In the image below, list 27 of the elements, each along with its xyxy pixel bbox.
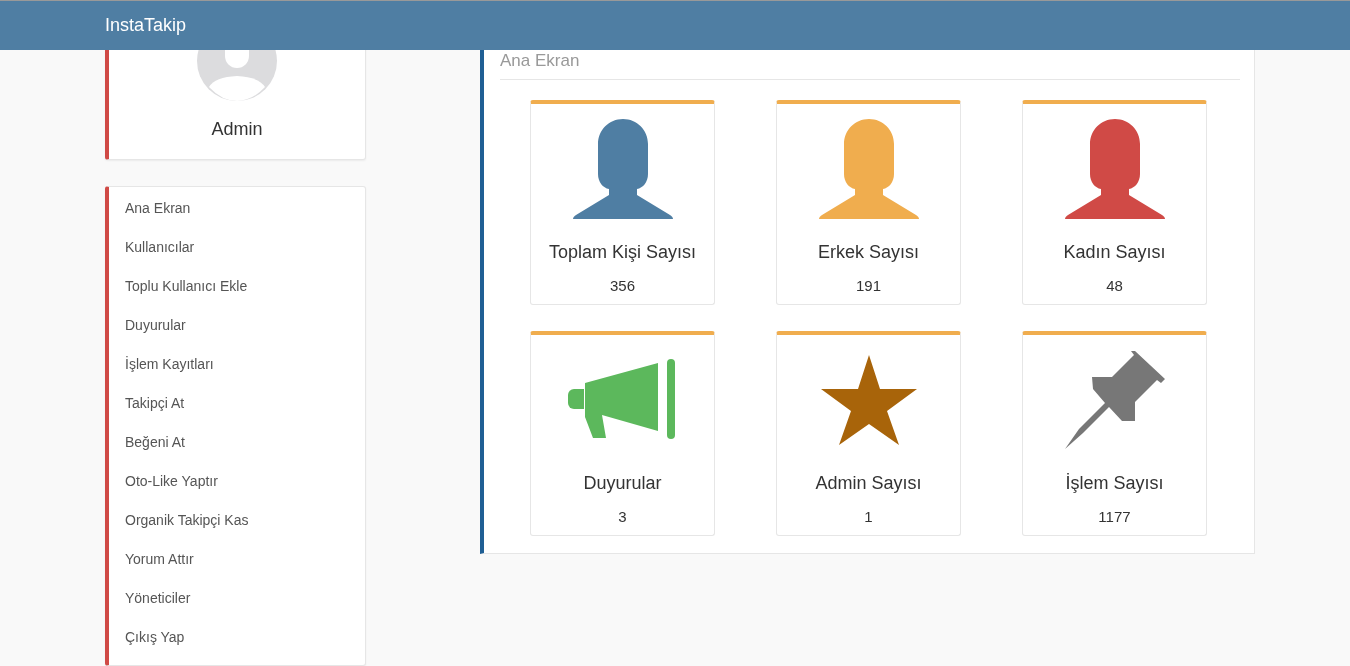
- stat-value: 48: [1106, 277, 1123, 294]
- sidebar-item[interactable]: Yorum Attır: [109, 544, 365, 583]
- sidebar-item[interactable]: İşlem Kayıtları: [109, 349, 365, 388]
- sidebar-item[interactable]: Organik Takipçi Kas: [109, 505, 365, 544]
- stat-label: İşlem Sayısı: [1065, 473, 1164, 494]
- stat-label: Kadın Sayısı: [1063, 242, 1166, 263]
- sidebar-item[interactable]: Oto-Like Yaptır: [109, 466, 365, 505]
- brand-link[interactable]: InstaTakip: [105, 15, 187, 36]
- sidebar-item[interactable]: Kullanıcılar: [109, 232, 365, 271]
- stat-value: 356: [610, 277, 635, 294]
- stat-label: Toplam Kişi Sayısı: [548, 242, 697, 263]
- stat-value: 1177: [1098, 508, 1131, 525]
- stat-value: 3: [618, 508, 627, 525]
- profile-name: Admin: [211, 119, 263, 140]
- stat-value: 191: [856, 277, 881, 294]
- stat-value: 1: [864, 508, 873, 525]
- sidebar-item[interactable]: Takipçi At: [109, 388, 365, 427]
- stat-label: Duyurular: [583, 473, 662, 494]
- sidebar-item[interactable]: Duyurular: [109, 310, 365, 349]
- stat-label: Erkek Sayısı: [818, 242, 919, 263]
- sidebar-item[interactable]: Ana Ekran: [109, 193, 365, 232]
- sidebar-item[interactable]: Yöneticiler: [109, 583, 365, 622]
- sidebar-item[interactable]: Toplu Kullanıcı Ekle: [109, 271, 365, 310]
- sidebar-item[interactable]: Çıkış Yap: [109, 622, 365, 661]
- panel-title: Ana Ekran: [500, 50, 1240, 80]
- sidebar-item[interactable]: Beğeni At: [109, 427, 365, 466]
- stat-label: Admin Sayısı: [815, 473, 922, 494]
